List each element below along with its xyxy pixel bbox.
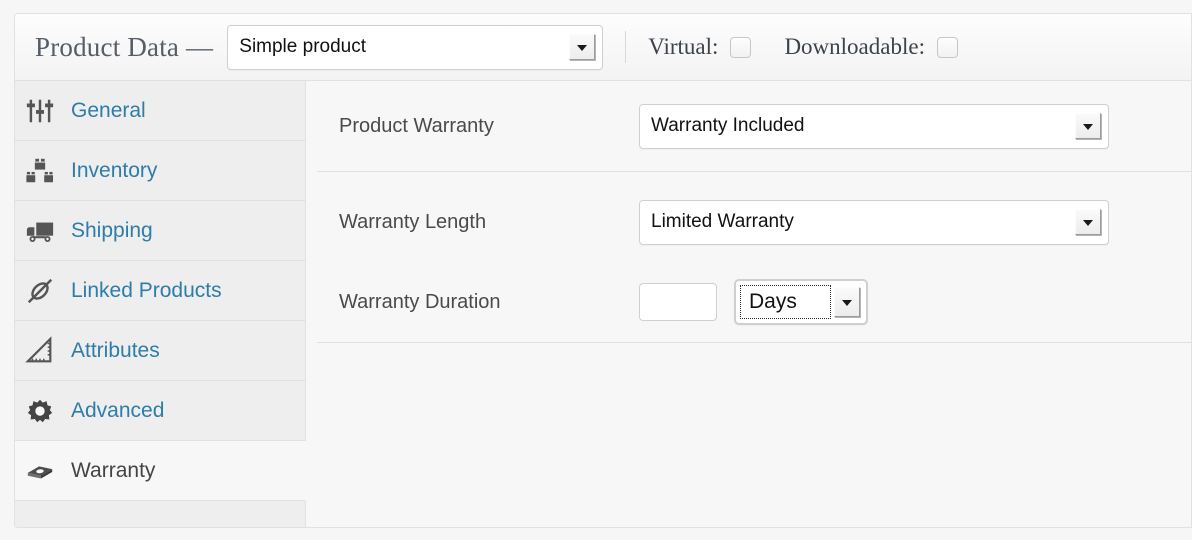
panel-header: Product Data — Simple product Virtual: D… [15,14,1191,81]
chevron-down-icon[interactable] [569,34,596,60]
page-title: Product Data — [35,31,214,62]
warranty-length-select[interactable]: Limited Warranty [639,199,1109,245]
boxes-icon [26,158,54,182]
sliders-icon [26,99,54,122]
virtual-checkbox-group[interactable]: Virtual: [648,34,752,60]
product-data-tabs-sidebar: General Inventory Shipping Linked Produc… [15,81,306,527]
link-icon [27,278,53,303]
field-row-warranty-duration: Warranty Duration Days [307,262,1191,342]
virtual-label: Virtual: [648,34,719,59]
product-type-select[interactable]: Simple product [227,24,604,70]
product-warranty-value: Warranty Included [651,115,805,136]
product-data-panel: Product Data — Simple product Virtual: D… [14,13,1192,528]
sidebar-item-inventory[interactable]: Inventory [15,141,305,201]
field-row-product-warranty: Product Warranty Warranty Included [307,81,1191,171]
warranty-panel-content: Product Warranty Warranty Included Warra… [307,81,1191,527]
warranty-length-label: Warranty Length [339,210,487,233]
product-warranty-select[interactable]: Warranty Included [639,103,1109,149]
sidebar-item-general[interactable]: General [15,81,305,141]
sidebar-item-label: General [71,98,146,122]
warranty-length-value: Limited Warranty [651,211,794,232]
sidebar-item-label: Advanced [71,398,165,422]
sidebar-item-label: Inventory [71,158,158,182]
header-divider [625,31,627,63]
warranty-slab-icon [27,465,53,478]
sidebar-list: General Inventory Shipping Linked Produc… [15,81,306,501]
truck-icon [26,222,54,242]
product-warranty-label: Product Warranty [339,114,494,137]
sidebar-item-attributes[interactable]: Attributes [15,321,305,381]
sidebar-item-advanced[interactable]: Advanced [15,381,305,441]
warranty-duration-unit-value: Days [740,285,831,319]
downloadable-checkbox[interactable] [936,36,958,58]
downloadable-label: Downloadable: [784,34,925,59]
chevron-down-icon[interactable] [1075,209,1101,235]
sidebar-item-warranty[interactable]: Warranty [15,441,306,501]
ruler-triangle-icon [25,335,52,362]
row-divider-2 [317,342,1191,343]
warranty-duration-label: Warranty Duration [339,290,501,313]
gear-icon [27,399,53,422]
downloadable-checkbox-group[interactable]: Downloadable: [784,34,958,60]
sidebar-item-shipping[interactable]: Shipping [15,201,305,261]
product-type-value: Simple product [239,36,366,57]
field-row-warranty-length: Warranty Length Limited Warranty [307,172,1191,262]
sidebar-item-label: Attributes [71,338,160,362]
virtual-checkbox[interactable] [730,36,752,58]
sidebar-filler [15,501,305,527]
warranty-duration-unit-select[interactable]: Days [734,279,868,325]
chevron-down-icon[interactable] [834,287,860,317]
chevron-down-icon[interactable] [1075,113,1101,139]
sidebar-item-label: Linked Products [71,278,222,302]
warranty-duration-input[interactable] [639,283,717,321]
sidebar-item-label: Shipping [71,218,153,242]
panel-body: General Inventory Shipping Linked Produc… [15,81,1191,527]
sidebar-item-linked-products[interactable]: Linked Products [15,261,305,321]
sidebar-item-label: Warranty [71,458,156,482]
